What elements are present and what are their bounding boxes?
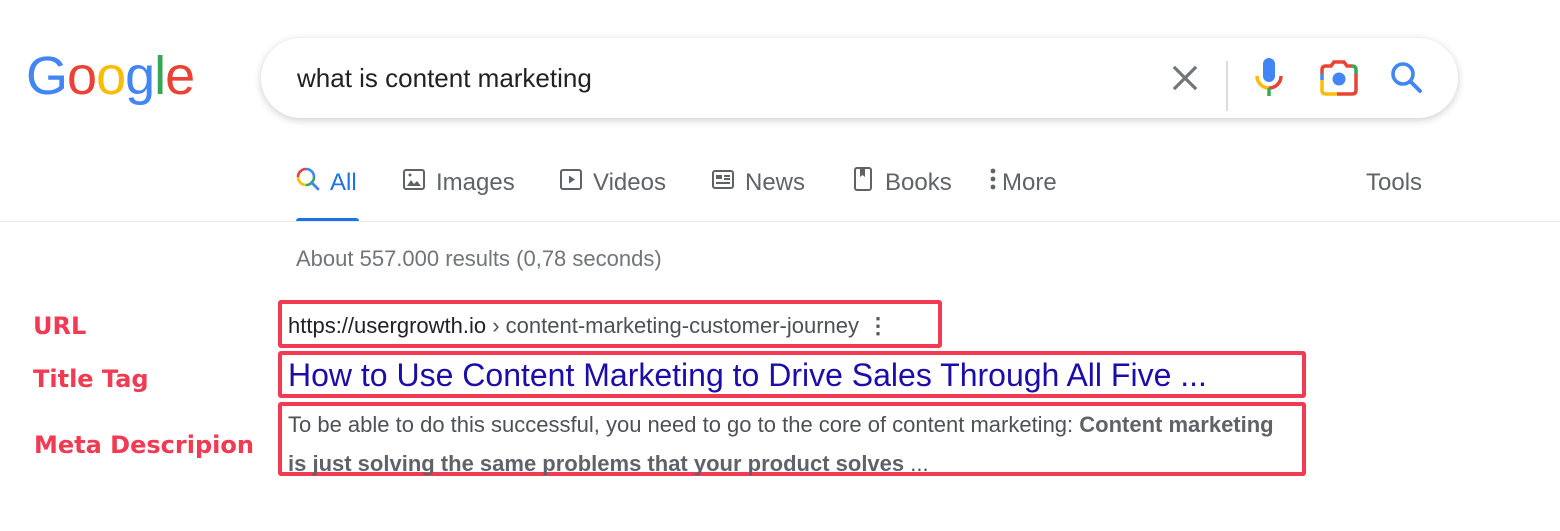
image-search-button[interactable] bbox=[1317, 58, 1361, 98]
tab-label: More bbox=[1002, 169, 1057, 196]
logo-letter: l bbox=[154, 46, 166, 106]
result-breadcrumb: › content-marketing-customer-journey bbox=[486, 313, 860, 338]
tab-news[interactable]: News bbox=[711, 164, 805, 222]
search-submit-button[interactable] bbox=[1387, 58, 1427, 98]
result-more-options-icon[interactable]: ⋮ bbox=[867, 311, 889, 341]
annotation-meta-label: Meta Descripion bbox=[34, 431, 254, 459]
result-title-link[interactable]: How to Use Content Marketing to Drive Sa… bbox=[288, 355, 1207, 395]
tab-label: News bbox=[745, 169, 806, 196]
book-icon bbox=[851, 164, 875, 194]
description-text: To be able to do this successful, you ne… bbox=[288, 412, 1080, 437]
result-domain: https://usergrowth.io bbox=[288, 313, 487, 338]
tab-images[interactable]: Images bbox=[402, 164, 515, 222]
tabs-divider bbox=[0, 221, 1560, 222]
microphone-icon bbox=[1255, 58, 1283, 96]
annotation-title-label: Title Tag bbox=[33, 365, 149, 393]
search-icon bbox=[1391, 62, 1422, 93]
clear-search-button[interactable] bbox=[1167, 60, 1203, 96]
search-input[interactable] bbox=[297, 58, 1117, 98]
tab-label: Images bbox=[436, 169, 515, 196]
camera-lens-icon bbox=[1320, 60, 1358, 96]
search-icon bbox=[296, 164, 320, 194]
tab-more[interactable]: More bbox=[988, 164, 1057, 222]
tab-label: Books bbox=[885, 169, 952, 196]
description-ellipsis: ... bbox=[904, 451, 929, 476]
image-icon bbox=[402, 164, 426, 194]
newspaper-icon bbox=[711, 164, 735, 194]
tools-button[interactable]: Tools bbox=[1366, 164, 1422, 202]
google-logo[interactable]: Google bbox=[26, 46, 195, 106]
voice-search-button[interactable] bbox=[1249, 56, 1289, 100]
logo-letter: o bbox=[96, 46, 126, 106]
annotation-url-label: URL bbox=[33, 312, 87, 340]
play-icon bbox=[559, 164, 583, 194]
logo-letter: g bbox=[125, 46, 155, 106]
tab-books[interactable]: Books bbox=[851, 164, 952, 222]
result-description: To be able to do this successful, you ne… bbox=[288, 405, 1298, 483]
more-vertical-icon bbox=[988, 164, 998, 194]
logo-letter: o bbox=[67, 46, 97, 106]
tab-videos[interactable]: Videos bbox=[559, 164, 666, 222]
search-box-divider bbox=[1226, 61, 1228, 111]
tab-label: Videos bbox=[593, 169, 666, 196]
result-url[interactable]: https://usergrowth.io › content-marketin… bbox=[288, 311, 889, 341]
logo-letter: e bbox=[165, 46, 195, 106]
tab-label: All bbox=[330, 169, 357, 196]
search-box bbox=[261, 38, 1458, 118]
tab-all[interactable]: All bbox=[296, 164, 359, 222]
results-stats: About 557.000 results (0,78 seconds) bbox=[296, 246, 662, 271]
close-icon bbox=[1172, 65, 1198, 91]
logo-letter: G bbox=[26, 46, 68, 106]
